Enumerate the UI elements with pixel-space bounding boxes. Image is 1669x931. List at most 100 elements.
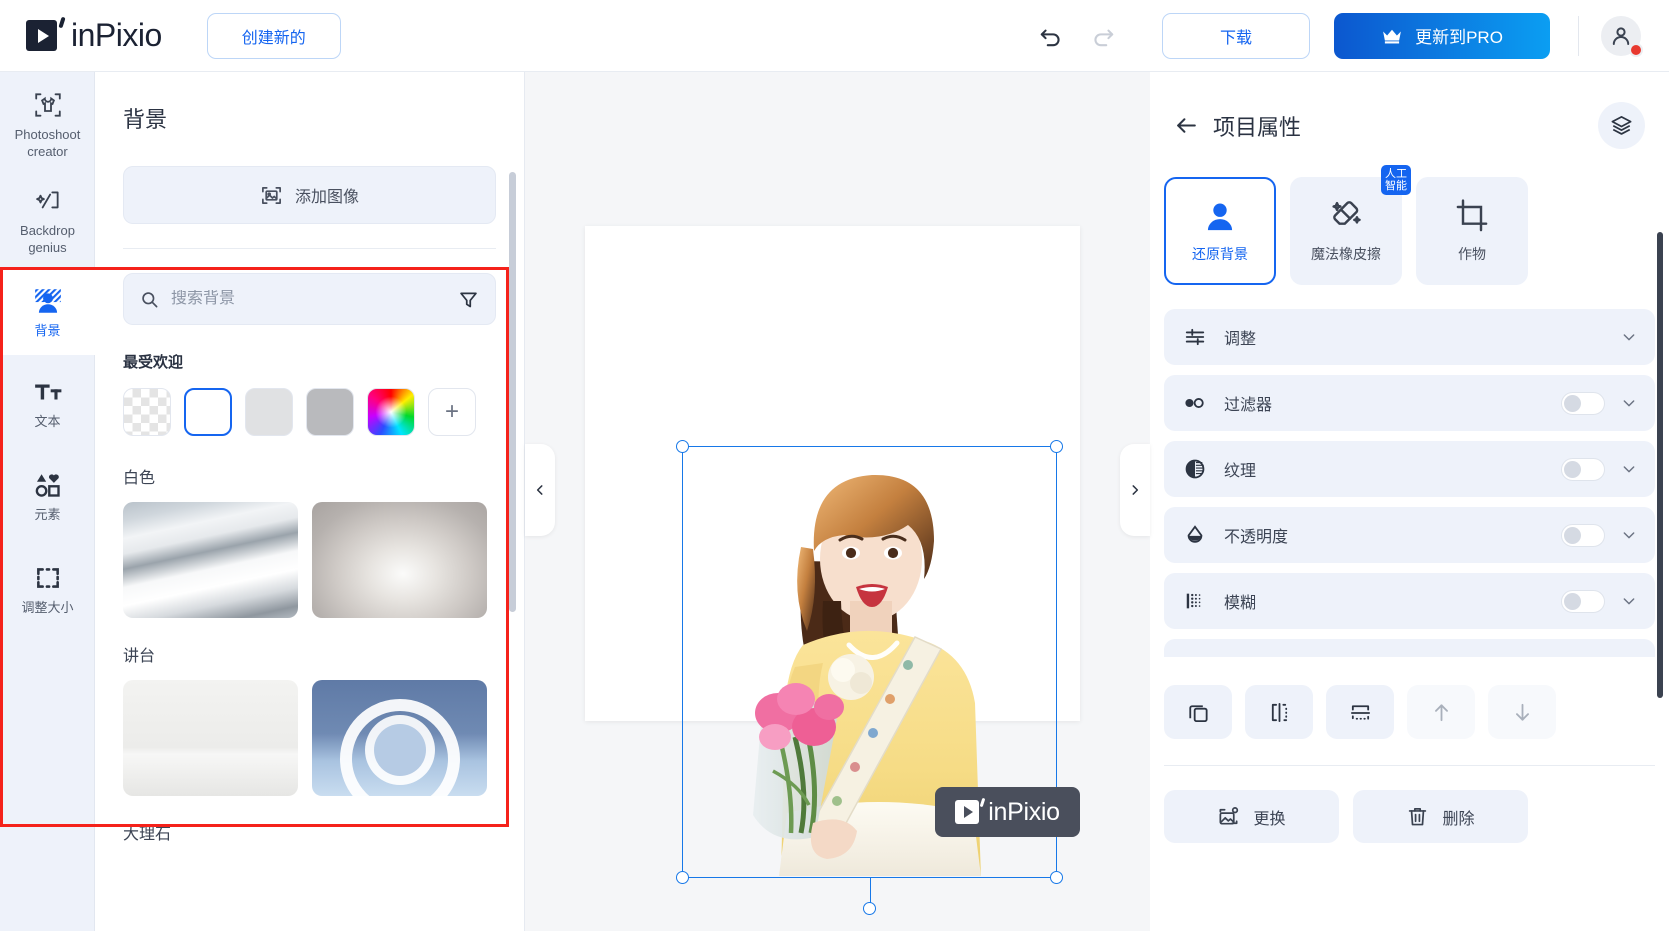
swatch-light-gray[interactable] <box>245 388 293 436</box>
sidebar-item-background[interactable]: 背景 <box>0 268 95 355</box>
text-tt-icon <box>33 377 63 407</box>
row-filters[interactable]: 过滤器 <box>1164 375 1655 431</box>
property-rows: 调整 过滤器 纹理 不透明度 模糊 <box>1164 309 1655 629</box>
delete-label: 删除 <box>1442 810 1475 828</box>
tool-crop[interactable]: 作物 <box>1416 177 1528 285</box>
row-blur[interactable]: 模糊 <box>1164 573 1655 629</box>
panel-scrollbar[interactable] <box>509 172 516 612</box>
swatch-color-picker[interactable] <box>367 388 415 436</box>
chevron-down-icon[interactable] <box>1621 527 1637 543</box>
row-adjust[interactable]: 调整 <box>1164 309 1655 365</box>
magic-eraser-icon <box>1328 198 1364 234</box>
search-background-box[interactable] <box>123 273 496 325</box>
left-tool-rail: Photoshoot creator Backdrop genius 背景 文本… <box>0 72 95 931</box>
sidebar-item-resize[interactable]: 调整大小 <box>0 535 95 628</box>
add-image-button[interactable]: 添加图像 <box>123 166 496 224</box>
background-thumb-blue-ring-podium[interactable] <box>312 680 487 796</box>
arrow-down-icon <box>1511 701 1534 724</box>
app-logo: inPixio <box>26 16 162 54</box>
sidebar-label: Photoshoot creator <box>14 127 81 159</box>
chevron-down-icon[interactable] <box>1621 461 1637 477</box>
row-texture[interactable]: 纹理 <box>1164 441 1655 497</box>
inpixio-editor-window: inPixio 创建新的 下载 更新到PRO Photoshoot creato… <box>0 0 1669 931</box>
resize-dashed-icon <box>33 563 63 593</box>
section-title-marble: 大理石 <box>123 826 172 843</box>
row-opacity[interactable]: 不透明度 <box>1164 507 1655 563</box>
row-label: 不透明度 <box>1224 529 1289 546</box>
filter-funnel-icon[interactable] <box>458 289 479 310</box>
sidebar-label: 文本 <box>34 414 61 429</box>
background-person-icon <box>33 286 63 316</box>
rotate-connector <box>869 877 871 909</box>
sidebar-item-elements[interactable]: 元素 <box>0 442 95 535</box>
topbar-divider <box>1578 15 1579 56</box>
upgrade-pro-label: 更新到PRO <box>1415 28 1503 47</box>
undo-icon[interactable] <box>1034 19 1068 53</box>
upgrade-pro-button[interactable]: 更新到PRO <box>1334 12 1550 59</box>
primary-tools-row: 还原背景 人工 智能 魔法橡皮擦 作物 <box>1164 165 1669 285</box>
texture-toggle[interactable] <box>1561 457 1605 481</box>
watermark-play-icon <box>955 797 986 824</box>
sidebar-label: 背景 <box>34 323 61 338</box>
right-panel-scrollbar[interactable] <box>1657 232 1663 698</box>
panel-title: 背景 <box>123 107 168 132</box>
flip-vertical-icon <box>1349 701 1372 724</box>
arrow-left-icon <box>1174 113 1199 138</box>
background-thumb-white-dunes[interactable] <box>123 502 298 618</box>
layers-button[interactable] <box>1598 102 1645 149</box>
artboard[interactable]: inPixio <box>585 226 1080 915</box>
redo-icon[interactable] <box>1086 19 1120 53</box>
inpixio-play-logo-icon <box>26 16 66 51</box>
tool-label: 作物 <box>1458 246 1486 262</box>
collapse-left-panel-button[interactable] <box>525 444 555 536</box>
properties-header: 项目属性 <box>1174 102 1645 149</box>
flip-horizontal-icon <box>1268 701 1291 724</box>
tool-restore-background[interactable]: 还原背景 <box>1164 177 1276 285</box>
flip-vertical-button[interactable] <box>1326 685 1394 739</box>
chevron-down-icon[interactable] <box>1621 329 1637 345</box>
background-thumb-white-arches[interactable] <box>312 502 487 618</box>
tool-magic-eraser[interactable]: 人工 智能 魔法橡皮擦 <box>1290 165 1411 285</box>
chevron-left-icon <box>533 483 547 497</box>
crown-icon <box>1381 28 1403 44</box>
back-button[interactable]: 项目属性 <box>1174 110 1301 142</box>
tool-label: 还原背景 <box>1192 246 1248 262</box>
sliders-icon <box>1182 326 1208 348</box>
replace-label: 更换 <box>1253 810 1286 828</box>
swatch-white[interactable] <box>184 388 232 436</box>
collapse-right-panel-button[interactable] <box>1120 444 1150 536</box>
sidebar-item-backdrop-genius[interactable]: Backdrop genius <box>0 172 95 268</box>
swatch-add-color[interactable]: + <box>428 388 476 436</box>
row-label: 调整 <box>1224 331 1257 348</box>
replace-button[interactable]: 更换 <box>1164 790 1339 843</box>
delete-button[interactable]: 删除 <box>1353 790 1528 843</box>
rotate-handle[interactable] <box>862 902 876 915</box>
flip-horizontal-button[interactable] <box>1245 685 1313 739</box>
background-thumb-white-podium-plants[interactable] <box>123 680 298 796</box>
chevron-down-icon[interactable] <box>1621 593 1637 609</box>
filters-circles-icon <box>1182 394 1208 412</box>
thumb-grid-white <box>123 502 524 618</box>
swatch-transparent[interactable] <box>123 388 171 436</box>
inpixio-watermark: inPixio <box>935 787 1080 837</box>
move-up-button[interactable] <box>1407 685 1475 739</box>
logo-tick-icon <box>58 16 66 29</box>
swatch-gray[interactable] <box>306 388 354 436</box>
sidebar-item-text[interactable]: 文本 <box>0 355 95 442</box>
search-input[interactable] <box>171 290 446 308</box>
blur-toggle[interactable] <box>1561 589 1605 613</box>
trash-icon <box>1406 805 1429 828</box>
chevron-right-icon <box>1128 483 1142 497</box>
chevron-down-icon[interactable] <box>1621 395 1637 411</box>
download-button[interactable]: 下载 <box>1162 12 1310 59</box>
tshirt-frame-icon <box>33 90 63 120</box>
create-new-button[interactable]: 创建新的 <box>206 12 341 59</box>
user-avatar-icon[interactable] <box>1601 15 1643 57</box>
filters-toggle[interactable] <box>1561 391 1605 415</box>
duplicate-button[interactable] <box>1164 685 1232 739</box>
move-down-button[interactable] <box>1488 685 1556 739</box>
sidebar-item-photoshoot-creator[interactable]: Photoshoot creator <box>0 72 95 172</box>
row-label: 纹理 <box>1224 463 1257 480</box>
page-title: 项目属性 <box>1213 114 1302 140</box>
opacity-toggle[interactable] <box>1561 523 1605 547</box>
